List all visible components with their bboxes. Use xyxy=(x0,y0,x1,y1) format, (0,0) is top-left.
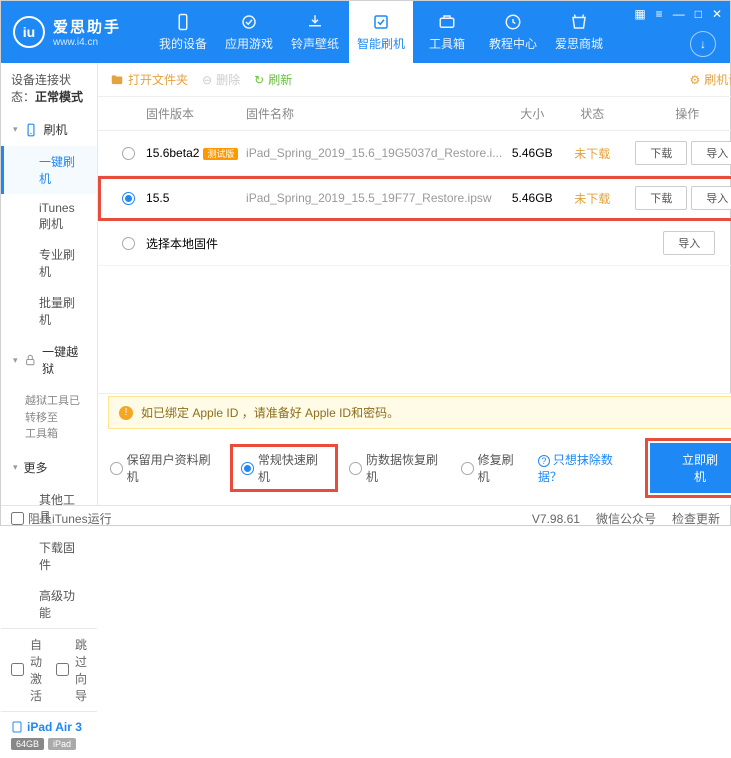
skip-guide-checkbox[interactable] xyxy=(56,663,69,676)
flash-settings-button[interactable]: ⚙ 刷机设置 xyxy=(689,71,731,88)
nav-6[interactable]: 爱思商城 xyxy=(547,1,611,63)
sidebar-item-more-2[interactable]: 高级功能 xyxy=(1,580,97,628)
nav-1[interactable]: 应用游戏 xyxy=(217,1,281,63)
auto-activate-checkbox[interactable] xyxy=(11,663,24,676)
wechat-link[interactable]: 微信公众号 xyxy=(596,510,656,527)
import-button[interactable]: 导入 xyxy=(691,141,731,165)
firmware-radio[interactable] xyxy=(122,192,135,205)
capacity-badge: 64GB xyxy=(11,738,44,750)
local-radio[interactable] xyxy=(122,237,135,250)
type-badge: iPad xyxy=(48,738,76,750)
nav-icon xyxy=(504,13,522,31)
delete-button[interactable]: ⊖ 删除 xyxy=(202,71,240,88)
sidebar-item-flash-0[interactable]: 一键刷机 xyxy=(1,146,97,194)
sidebar-item-more-1[interactable]: 下载固件 xyxy=(1,532,97,580)
table-header: 固件版本 固件名称 大小 状态 操作 xyxy=(98,97,731,131)
device-panel[interactable]: iPad Air 3 64GB iPad xyxy=(1,711,97,758)
local-firmware-row: 选择本地固件 导入 xyxy=(98,221,731,266)
nav-icon xyxy=(174,13,192,31)
chevron-down-icon: ▾ xyxy=(13,355,18,366)
sidebar-item-flash-3[interactable]: 批量刷机 xyxy=(1,287,97,335)
mode-option-2[interactable]: 防数据恢复刷机 xyxy=(349,451,447,485)
app-logo: iu 爱思助手 www.i4.cn xyxy=(13,16,121,48)
block-itunes-checkbox[interactable] xyxy=(11,512,24,525)
firmware-radio[interactable] xyxy=(122,147,135,160)
app-name: 爱思助手 xyxy=(53,16,121,37)
connection-status: 设备连接状态：正常模式 xyxy=(1,63,97,113)
phone-icon xyxy=(24,123,38,137)
folder-icon xyxy=(110,73,124,87)
sidebar-item-flash-1[interactable]: iTunes刷机 xyxy=(1,194,97,239)
toolbar: 打开文件夹 ⊖ 删除 ↻ 刷新 ⚙ 刷机设置 xyxy=(98,63,731,97)
firmware-row: 15.5iPad_Spring_2019_15.5_19F77_Restore.… xyxy=(98,176,731,221)
section-jailbreak[interactable]: ▾ 一键越狱 xyxy=(1,335,97,385)
appleid-warning: ! 如已绑定 Apple ID ，请准备好 Apple ID和密码。 × xyxy=(108,396,731,429)
nav-3[interactable]: 智能刷机 xyxy=(349,1,413,63)
refresh-icon: ↻ xyxy=(254,73,264,87)
mode-option-3[interactable]: 修复刷机 xyxy=(461,451,524,485)
chevron-down-icon: ▾ xyxy=(13,124,18,135)
nav-icon xyxy=(240,13,258,31)
grid-icon[interactable]: ▦ xyxy=(634,7,645,21)
download-icon[interactable]: ↓ xyxy=(690,31,716,57)
gear-icon: ⚙ xyxy=(689,73,700,87)
lock-icon xyxy=(24,353,37,367)
jailbreak-note: 越狱工具已转移至 工具箱 xyxy=(1,385,97,451)
mode-radio[interactable] xyxy=(461,462,474,475)
beta-badge: 测试版 xyxy=(203,148,238,160)
mode-option-1[interactable]: 常规快速刷机 xyxy=(233,447,335,489)
auto-activate-row: 自动激活 跳过向导 xyxy=(1,629,97,711)
block-itunes-row: 阻止iTunes运行 xyxy=(11,510,112,527)
nav-icon xyxy=(570,13,588,31)
flash-now-button[interactable]: 立即刷机 xyxy=(650,443,731,493)
app-header: iu 爱思助手 www.i4.cn 我的设备应用游戏铃声壁纸智能刷机工具箱教程中… xyxy=(1,1,730,63)
download-button[interactable]: 下载 xyxy=(635,186,687,210)
sidebar-item-flash-2[interactable]: 专业刷机 xyxy=(1,239,97,287)
sidebar: 设备连接状态：正常模式 ▾ 刷机 一键刷机iTunes刷机专业刷机批量刷机 ▾ … xyxy=(1,63,98,505)
menu-icon[interactable]: ≡ xyxy=(656,7,663,21)
nav-icon xyxy=(438,13,456,31)
nav-2[interactable]: 铃声壁纸 xyxy=(283,1,347,63)
firmware-row: 15.6beta2测试版iPad_Spring_2019_15.6_19G503… xyxy=(98,131,731,176)
chevron-down-icon: ▾ xyxy=(13,462,18,473)
main-nav: 我的设备应用游戏铃声壁纸智能刷机工具箱教程中心爱思商城 xyxy=(151,1,611,63)
open-folder-button[interactable]: 打开文件夹 xyxy=(110,71,188,88)
warning-icon: ! xyxy=(119,406,133,420)
window-controls: ▦ ≡ — □ ✕ xyxy=(634,7,722,21)
minimize-icon[interactable]: — xyxy=(673,7,685,21)
maximize-icon[interactable]: □ xyxy=(695,7,702,21)
download-button[interactable]: 下载 xyxy=(635,141,687,165)
section-more[interactable]: ▾ 更多 xyxy=(1,451,97,484)
close-icon[interactable]: ✕ xyxy=(712,7,722,21)
nav-icon xyxy=(372,13,390,31)
nav-5[interactable]: 教程中心 xyxy=(481,1,545,63)
app-url: www.i4.cn xyxy=(53,37,121,48)
mode-radio[interactable] xyxy=(110,462,123,475)
logo-icon: iu xyxy=(13,16,45,48)
main-panel: 打开文件夹 ⊖ 删除 ↻ 刷新 ⚙ 刷机设置 固件版本 固件名称 大小 状态 操… xyxy=(98,63,731,505)
version-label: V7.98.61 xyxy=(532,512,580,526)
mode-option-0[interactable]: 保留用户资料刷机 xyxy=(110,451,219,485)
info-icon[interactable]: ? xyxy=(538,455,550,467)
nav-0[interactable]: 我的设备 xyxy=(151,1,215,63)
mode-bar: 保留用户资料刷机常规快速刷机防数据恢复刷机修复刷机?只想抹除数据？立即刷机 xyxy=(98,431,731,505)
refresh-button[interactable]: ↻ 刷新 xyxy=(254,71,292,88)
mode-radio[interactable] xyxy=(241,462,254,475)
status-bar: 阻止iTunes运行 V7.98.61 微信公众号 检查更新 xyxy=(1,505,730,531)
import-button[interactable]: 导入 xyxy=(691,186,731,210)
import-button[interactable]: 导入 xyxy=(663,231,715,255)
mode-radio[interactable] xyxy=(349,462,362,475)
section-flash[interactable]: ▾ 刷机 xyxy=(1,113,97,146)
delete-icon: ⊖ xyxy=(202,73,212,87)
nav-4[interactable]: 工具箱 xyxy=(415,1,479,63)
tablet-icon xyxy=(11,721,23,733)
check-update-link[interactable]: 检查更新 xyxy=(672,510,720,527)
nav-icon xyxy=(306,13,324,31)
